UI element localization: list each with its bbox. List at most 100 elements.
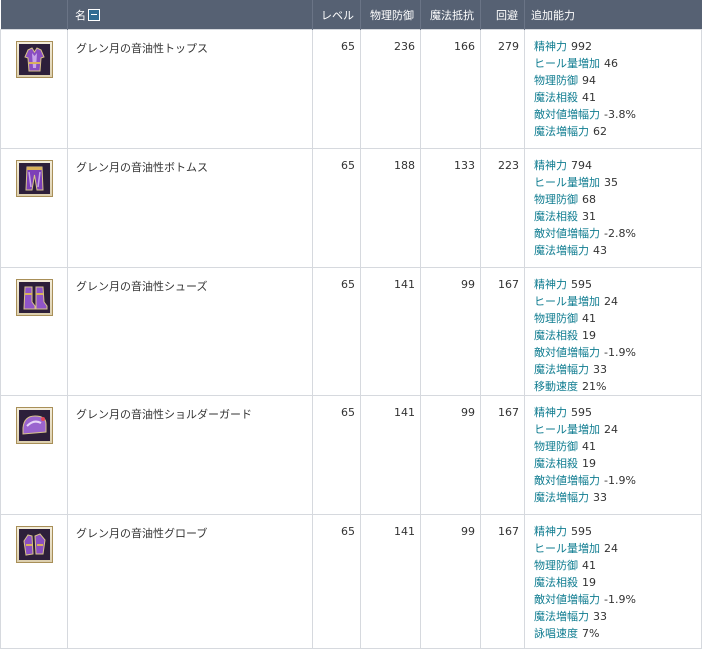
- bonus-stat: 精神力 595: [534, 404, 701, 421]
- bonus-stat-value: 21%: [582, 380, 607, 393]
- bonus-stat-label: ヒール量増加: [534, 57, 600, 70]
- bonus-stat-label: 魔法相殺: [534, 457, 578, 470]
- bonus-stat: 敵対値増幅力 -1.9%: [534, 472, 701, 489]
- bonus-stat-label: 物理防御: [534, 193, 578, 206]
- bonus-stat-value: 62: [593, 125, 607, 138]
- bonus-stat-value: -2.8%: [604, 227, 636, 240]
- bonus-stat: 魔法増幅力 43: [534, 242, 701, 259]
- item-physical-defense-cell: 141: [360, 267, 421, 396]
- table-row: グレン月の音油性ボトムス 65 188 133 223 精神力 794 ヒール量増加 35 物理防…: [0, 148, 702, 268]
- gloves-armor-icon[interactable]: [15, 526, 53, 563]
- bonus-stat-label: 物理防御: [534, 74, 578, 87]
- bonus-stat: 物理防御 41: [534, 310, 701, 327]
- bonus-stat-label: 魔法増幅力: [534, 491, 589, 504]
- item-bonus-cell: 精神力 595 ヒール量増加 24 物理防御 41 魔法相殺 19 敵対値増幅力 -1.9% 魔法増…: [524, 395, 702, 515]
- shoes-armor-icon[interactable]: [15, 279, 53, 316]
- magic-resist-column-header[interactable]: 魔法抵抗: [420, 0, 481, 30]
- bonus-stat-value: 595: [571, 278, 592, 291]
- bonus-stat-label: 魔法増幅力: [534, 610, 589, 623]
- bonus-stat: 精神力 794: [534, 157, 701, 174]
- item-evasion-cell: 279: [480, 29, 525, 149]
- bonus-stat: 魔法相殺 19: [534, 327, 701, 344]
- bonus-stat: 精神力 992: [534, 38, 701, 55]
- item-physical-defense-cell: 188: [360, 148, 421, 268]
- item-evasion-cell: 167: [480, 267, 525, 396]
- bonus-stat-label: 魔法相殺: [534, 91, 578, 104]
- bonus-stat-value: 19: [582, 576, 596, 589]
- bonus-stat-label: 敵対値増幅力: [534, 227, 600, 240]
- bonus-stat-label: 物理防御: [534, 440, 578, 453]
- bonus-stat: 魔法相殺 19: [534, 574, 701, 591]
- item-icon-cell: [0, 148, 68, 268]
- item-evasion-cell: 223: [480, 148, 525, 268]
- table-row: グレン月の音油性トップス 65 236 166 279 精神力 992 ヒール量増加 46 物理防…: [0, 29, 702, 149]
- bonus-stat: 魔法相殺 31: [534, 208, 701, 225]
- item-name-link[interactable]: グレン月の音油性ショルダーガード: [67, 395, 313, 515]
- bonus-stat-value: -1.9%: [604, 593, 636, 606]
- item-bonus-cell: 精神力 794 ヒール量増加 35 物理防御 68 魔法相殺 31 敵対値増幅力 -2.8% 魔法増…: [524, 148, 702, 268]
- bonus-column-header: 追加能力: [524, 0, 702, 30]
- item-icon-cell: [0, 395, 68, 515]
- bonus-stat-value: 19: [582, 329, 596, 342]
- bonus-stat-value: 19: [582, 457, 596, 470]
- bonus-stat: 魔法増幅力 33: [534, 361, 701, 378]
- table-row: グレン月の音油性グローブ 65 141 99 167 精神力 595 ヒール量増加 24 物理防御…: [0, 514, 702, 649]
- bonus-stat-value: 794: [571, 159, 592, 172]
- bonus-stat-value: -3.8%: [604, 108, 636, 121]
- item-name-link[interactable]: グレン月の音油性ボトムス: [67, 148, 313, 268]
- table-header-row: 名 レベル 物理防御 魔法抵抗 回避 追加能力: [0, 0, 702, 30]
- bonus-stat-label: ヒール量増加: [534, 423, 600, 436]
- item-level-cell: 65: [312, 29, 361, 149]
- bonus-stat-label: 魔法相殺: [534, 576, 578, 589]
- item-name-link[interactable]: グレン月の音油性グローブ: [67, 514, 313, 649]
- bonus-stat: 魔法相殺 19: [534, 455, 701, 472]
- bonus-stat: 精神力 595: [534, 276, 701, 293]
- bonus-stat-value: 31: [582, 210, 596, 223]
- bottoms-armor-icon[interactable]: [15, 160, 53, 197]
- bonus-stat: 精神力 595: [534, 523, 701, 540]
- bonus-stat-value: 595: [571, 525, 592, 538]
- item-name-link[interactable]: グレン月の音油性トップス: [67, 29, 313, 149]
- shoulder-armor-icon[interactable]: [15, 407, 53, 444]
- bonus-stat: ヒール量増加 24: [534, 540, 701, 557]
- item-level-cell: 65: [312, 395, 361, 515]
- item-magic-resist-cell: 99: [420, 395, 481, 515]
- item-name-link[interactable]: グレン月の音油性シューズ: [67, 267, 313, 396]
- bonus-stat: 魔法増幅力 62: [534, 123, 701, 140]
- item-icon-cell: [0, 267, 68, 396]
- item-magic-resist-cell: 133: [420, 148, 481, 268]
- table-row: グレン月の音油性シューズ 65 141 99 167 精神力 595 ヒール量増加 24 物理防御…: [0, 267, 702, 396]
- bonus-stat-label: ヒール量増加: [534, 176, 600, 189]
- bonus-stat-value: 992: [571, 40, 592, 53]
- bonus-stat: 敵対値増幅力 -3.8%: [534, 106, 701, 123]
- name-column-header[interactable]: 名: [67, 0, 313, 30]
- bonus-stat: ヒール量増加 46: [534, 55, 701, 72]
- bonus-stat: ヒール量増加 35: [534, 174, 701, 191]
- item-level-cell: 65: [312, 514, 361, 649]
- bonus-stat-value: 33: [593, 363, 607, 376]
- item-magic-resist-cell: 166: [420, 29, 481, 149]
- tops-armor-icon[interactable]: [15, 41, 53, 78]
- evasion-column-header[interactable]: 回避: [480, 0, 525, 30]
- item-physical-defense-cell: 141: [360, 514, 421, 649]
- bonus-stat-value: 35: [604, 176, 618, 189]
- bonus-stat-value: 94: [582, 74, 596, 87]
- bonus-stat-value: 595: [571, 406, 592, 419]
- bonus-stat-label: 敵対値増幅力: [534, 346, 600, 359]
- bonus-stat-label: 魔法相殺: [534, 210, 578, 223]
- item-bonus-cell: 精神力 595 ヒール量増加 24 物理防御 41 魔法相殺 19 敵対値増幅力 -1.9% 魔法増…: [524, 267, 702, 396]
- physical-defense-column-header[interactable]: 物理防御: [360, 0, 421, 30]
- item-icon-cell: [0, 29, 68, 149]
- bonus-stat: 敵対値増幅力 -1.9%: [534, 344, 701, 361]
- bonus-stat: 物理防御 41: [534, 557, 701, 574]
- bonus-stat-value: 7%: [582, 627, 600, 640]
- bonus-stat-value: 46: [604, 57, 618, 70]
- bonus-stat-value: 41: [582, 440, 596, 453]
- bonus-stat-label: 移動速度: [534, 380, 578, 393]
- bonus-stat: 敵対値増幅力 -1.9%: [534, 591, 701, 608]
- bonus-stat-value: 33: [593, 491, 607, 504]
- level-column-header[interactable]: レベル: [312, 0, 361, 30]
- bonus-stat-label: 敵対値増幅力: [534, 593, 600, 606]
- bonus-stat-value: -1.9%: [604, 474, 636, 487]
- collapse-toggle-icon[interactable]: [88, 8, 100, 21]
